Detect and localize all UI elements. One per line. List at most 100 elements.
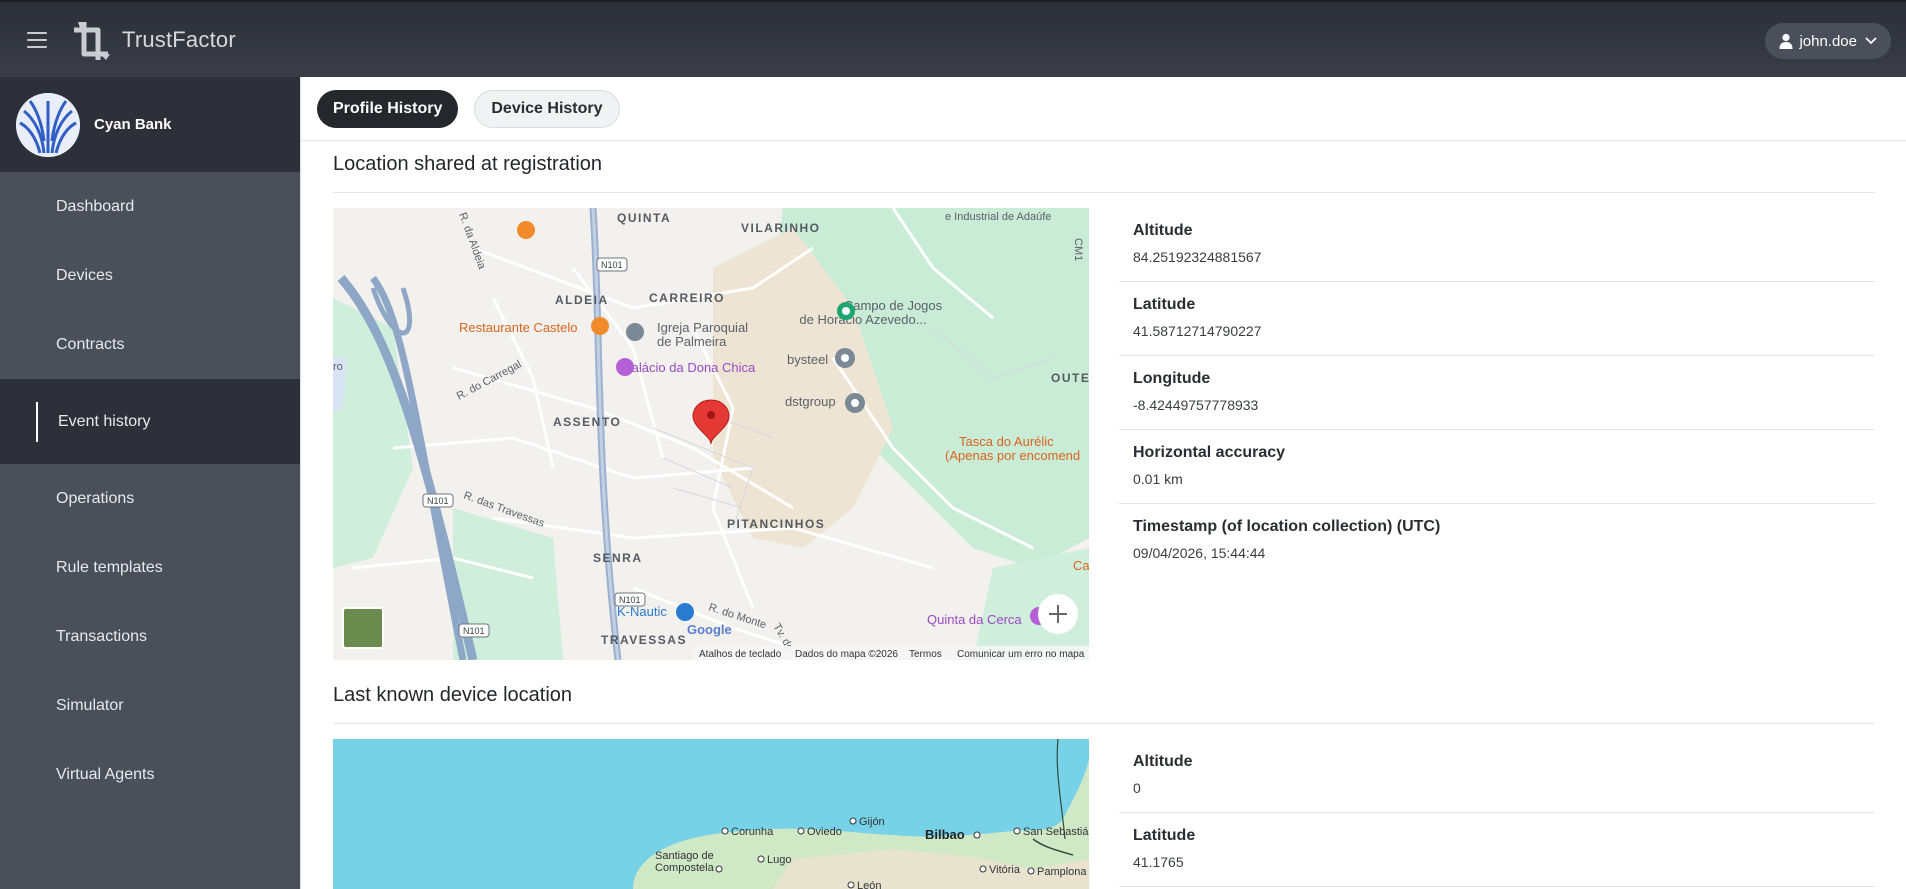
sidebar: Cyan Bank Dashboard Devices Contracts Ev…: [0, 77, 300, 889]
map-label: CARREIRO: [649, 291, 725, 305]
road-shield: N101: [427, 496, 449, 506]
map-label: (Apenas por encomend: [945, 448, 1080, 463]
top-bar: TrustFactor john.doe: [0, 0, 1906, 77]
detail-value: 41.1765: [1133, 854, 1184, 870]
org-logo-icon: [16, 92, 80, 157]
menu-icon[interactable]: [27, 32, 47, 48]
active-indicator: [36, 401, 38, 442]
last-known-details: Altitude 0 Latitude 41.1765: [1119, 739, 1875, 887]
road-shield: N101: [601, 260, 623, 270]
sidebar-item-virtual-agents[interactable]: Virtual Agents: [0, 740, 300, 809]
map-label: Restaurante Castelo: [459, 320, 578, 335]
map-canvas[interactable]: QUINTA VILARINHO ALDEIA CARREIRO ASSENTO…: [333, 208, 1089, 660]
map-label: e Industrial de Adaúfe: [945, 211, 1051, 223]
sidebar-item-rule-templates[interactable]: Rule templates: [0, 533, 300, 602]
map-label: San Sebastián: [1023, 826, 1089, 838]
map-label: de Horácio Azevedo...: [799, 312, 926, 327]
map-label: Quinta da Cerca: [927, 612, 1022, 627]
detail-latitude: Latitude 41.1765: [1119, 813, 1875, 887]
map-report-link[interactable]: Comunicar um erro no mapa: [957, 649, 1085, 660]
detail-longitude: Longitude -8.42449757778933: [1119, 356, 1875, 430]
map-label: bysteel: [787, 352, 828, 367]
map-label: Lugo: [767, 854, 791, 866]
divider: [333, 192, 1875, 193]
map-label: de Palmeira: [657, 334, 727, 349]
map-label: León: [857, 880, 881, 889]
detail-label: Timestamp (of location collection) (UTC): [1133, 518, 1441, 535]
map-label: Bilbao: [925, 827, 965, 842]
detail-value: 0: [1133, 780, 1141, 796]
trustfactor-logo-icon: [74, 22, 110, 60]
map-label: Corunha: [731, 826, 774, 838]
detail-label: Latitude: [1133, 296, 1196, 313]
map-label: ASSENTO: [553, 415, 621, 429]
detail-label: Horizontal accuracy: [1133, 444, 1286, 461]
sidebar-item-devices[interactable]: Devices: [0, 241, 300, 310]
username: john.doe: [1799, 32, 1857, 50]
sidebar-item-label: Operations: [56, 489, 135, 507]
org-name: Cyan Bank: [94, 116, 172, 133]
sidebar-item-contracts[interactable]: Contracts: [0, 310, 300, 379]
sidebar-item-label: Virtual Agents: [56, 765, 155, 783]
detail-value: 0.01 km: [1133, 471, 1183, 487]
map-label: SENRA: [593, 551, 643, 565]
app-name: TrustFactor: [122, 27, 236, 52]
sidebar-item-label: Contracts: [56, 335, 125, 353]
last-known-location-title: Last known device location: [333, 684, 573, 706]
map-label: ro: [333, 361, 343, 373]
map-label: Ca: [1073, 558, 1089, 573]
detail-label: Altitude: [1133, 222, 1193, 239]
google-logo: Google: [687, 622, 732, 637]
detail-label: Longitude: [1133, 370, 1211, 387]
map-label: dstgroup: [785, 394, 836, 409]
map-label: Oviedo: [807, 826, 842, 838]
detail-altitude: Altitude 84.25192324881567: [1119, 208, 1875, 282]
map-label: VILARINHO: [741, 221, 821, 235]
registration-location-title: Location shared at registration: [333, 153, 603, 175]
map-label: ALDEIA: [555, 293, 609, 307]
detail-label: Altitude: [1133, 753, 1193, 770]
sidebar-item-simulator[interactable]: Simulator: [0, 671, 300, 740]
map-label: Santiago de: [655, 850, 714, 862]
sidebar-item-dashboard[interactable]: Dashboard: [0, 172, 300, 241]
sidebar-item-event-history[interactable]: Event history: [0, 379, 300, 464]
map-shortcuts-link[interactable]: Atalhos de teclado: [699, 649, 782, 660]
map-label: Tasca do Aurélic: [959, 434, 1054, 449]
map-data-text: Dados do mapa ©2026: [795, 649, 898, 660]
map-label: Vitória: [989, 864, 1021, 876]
detail-value: 41.58712714790227: [1133, 323, 1262, 339]
map-canvas[interactable]: Corunha Oviedo Gijón Bilbao San Sebastiá…: [333, 739, 1089, 889]
map-label: Campo de Jogos: [844, 298, 943, 313]
sidebar-item-operations[interactable]: Operations: [0, 464, 300, 533]
map-label: TRAVESSAS: [601, 633, 687, 647]
last-known-map[interactable]: Corunha Oviedo Gijón Bilbao San Sebastiá…: [333, 739, 1089, 889]
sidebar-item-label: Simulator: [56, 696, 124, 714]
registration-details: Altitude 84.25192324881567 Latitude 41.5…: [1119, 208, 1875, 578]
detail-value: 84.25192324881567: [1133, 249, 1262, 265]
registration-map[interactable]: QUINTA VILARINHO ALDEIA CARREIRO ASSENTO…: [333, 208, 1089, 660]
map-label: Igreja Paroquial: [657, 320, 748, 335]
map-terms-link[interactable]: Termos: [909, 649, 942, 660]
history-tabs: Profile History Device History: [301, 77, 1906, 141]
brand: TrustFactor: [70, 16, 236, 64]
sidebar-item-label: Dashboard: [56, 197, 135, 215]
tab-profile-history[interactable]: Profile History: [317, 89, 459, 128]
detail-value: -8.42449757778933: [1133, 397, 1259, 413]
sidebar-item-label: Transactions: [56, 627, 147, 645]
organization-header: Cyan Bank: [0, 77, 300, 172]
sidebar-item-transactions[interactable]: Transactions: [0, 602, 300, 671]
road-shield: N101: [463, 626, 485, 636]
map-label: Pamplona: [1037, 866, 1087, 878]
user-icon: [1779, 33, 1793, 49]
tab-device-history[interactable]: Device History: [474, 89, 620, 128]
fullscreen-icon[interactable]: [1038, 594, 1078, 634]
detail-label: Latitude: [1133, 827, 1196, 844]
map-label: PITANCINHOS: [727, 517, 825, 531]
map-label: CM1: [1072, 238, 1084, 261]
road-shield: N101: [619, 595, 641, 605]
sidebar-item-label: Devices: [56, 266, 113, 284]
detail-altitude: Altitude 0: [1119, 739, 1875, 813]
satellite-toggle-icon[interactable]: [342, 607, 384, 649]
user-menu-button[interactable]: john.doe: [1765, 23, 1891, 59]
detail-timestamp: Timestamp (of location collection) (UTC)…: [1119, 504, 1875, 578]
